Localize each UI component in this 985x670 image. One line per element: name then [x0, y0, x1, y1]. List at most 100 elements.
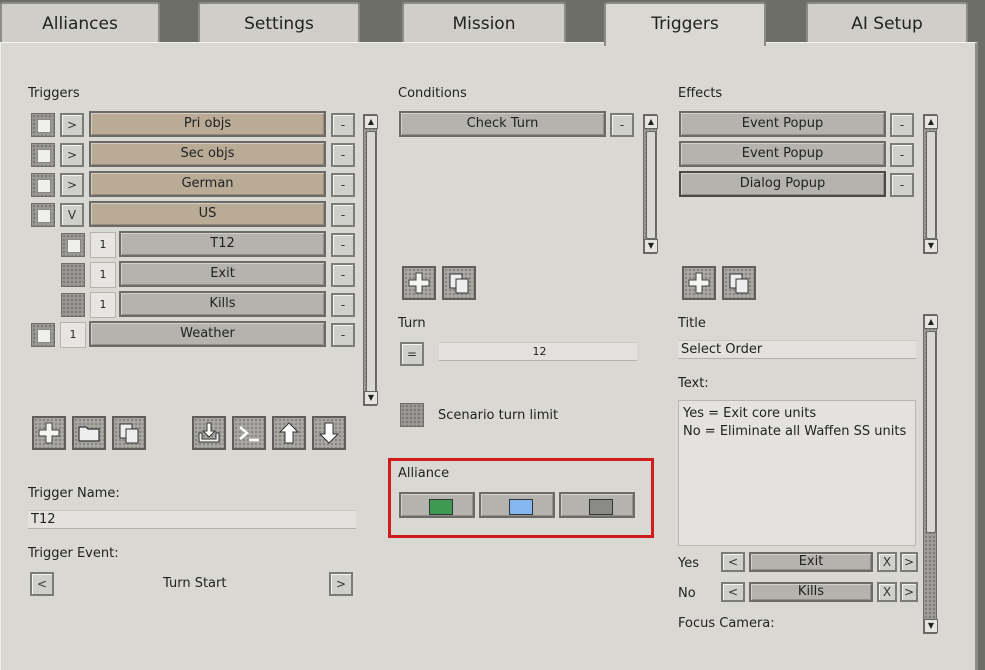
turn-operator-button[interactable]: = [400, 342, 424, 366]
trigger-event-label: Trigger Event: [28, 546, 119, 561]
conditions-scrollbar[interactable]: ▲ ▼ [643, 114, 658, 254]
tab-settings[interactable]: Settings [198, 2, 360, 44]
scroll-up-icon[interactable]: ▲ [924, 315, 938, 329]
plus-icon [688, 272, 710, 294]
yes-clear-button[interactable]: X [877, 552, 897, 572]
trigger-checkbox[interactable] [61, 263, 85, 287]
arrow-up-icon [278, 422, 300, 444]
add-effect-button[interactable] [682, 266, 716, 300]
trigger-item[interactable]: Pri objs [89, 111, 326, 137]
trigger-checkbox[interactable] [31, 173, 55, 197]
expand-button[interactable]: > [60, 113, 84, 137]
yes-prev-button[interactable]: < [721, 552, 745, 572]
scenario-turn-limit-checkbox[interactable] [400, 403, 424, 427]
yes-value: Exit [749, 552, 873, 572]
remove-effect-button[interactable]: - [890, 143, 914, 167]
trigger-child-item[interactable]: T12 [119, 231, 326, 257]
tab-alliances[interactable]: Alliances [0, 2, 160, 44]
title-label: Title [678, 316, 706, 331]
no-prev-button[interactable]: < [721, 582, 745, 602]
title-input[interactable]: Select Order [678, 340, 916, 359]
scroll-down-icon[interactable]: ▼ [644, 239, 658, 253]
folder-button[interactable] [72, 416, 106, 450]
trigger-checkbox[interactable] [31, 323, 55, 347]
trigger-checkbox[interactable] [61, 233, 85, 257]
remove-effect-button[interactable]: - [890, 173, 914, 197]
collapse-button[interactable]: V [60, 203, 84, 227]
trigger-child-item[interactable]: Kills [119, 291, 326, 317]
no-next-button[interactable]: > [900, 582, 918, 602]
effect-item[interactable]: Event Popup [679, 141, 886, 167]
expand-button[interactable]: > [60, 143, 84, 167]
scroll-down-icon[interactable]: ▼ [924, 239, 938, 253]
trigger-name-input[interactable]: T12 [28, 510, 356, 529]
remove-button[interactable]: - [331, 323, 355, 347]
scroll-up-icon[interactable]: ▲ [364, 115, 378, 129]
expand-button[interactable]: > [60, 173, 84, 197]
add-condition-button[interactable] [402, 266, 436, 300]
download-icon [198, 422, 220, 443]
yes-next-button[interactable]: > [900, 552, 918, 572]
text-input[interactable]: Yes = Exit core units No = Eliminate all… [678, 400, 916, 546]
remove-button[interactable]: - [331, 143, 355, 167]
effect-item-selected[interactable]: Dialog Popup [679, 171, 886, 197]
effects-heading: Effects [678, 86, 723, 101]
text-label: Text: [678, 376, 709, 391]
alliance-gray-button[interactable] [559, 492, 635, 518]
import-button[interactable] [192, 416, 226, 450]
event-prev-button[interactable]: < [30, 572, 54, 596]
tab-ai-setup[interactable]: AI Setup [806, 2, 968, 44]
copy-trigger-button[interactable] [112, 416, 146, 450]
conditions-heading: Conditions [398, 86, 467, 101]
condition-item[interactable]: Check Turn [399, 111, 606, 137]
trigger-checkbox[interactable] [61, 293, 85, 317]
scroll-thumb[interactable] [926, 131, 936, 239]
scroll-thumb[interactable] [366, 131, 376, 393]
trigger-child-item[interactable]: Exit [119, 261, 326, 287]
scroll-thumb[interactable] [646, 131, 656, 239]
move-down-button[interactable] [312, 416, 346, 450]
trigger-item[interactable]: US [89, 201, 326, 227]
turn-value-input[interactable]: 12 [439, 342, 637, 361]
no-value: Kills [749, 582, 873, 602]
remove-button[interactable]: - [331, 293, 355, 317]
remove-button[interactable]: - [331, 173, 355, 197]
copy-effect-button[interactable] [722, 266, 756, 300]
move-up-button[interactable] [272, 416, 306, 450]
arrow-down-icon [318, 422, 340, 444]
remove-condition-button[interactable]: - [610, 113, 634, 137]
scroll-down-icon[interactable]: ▼ [364, 391, 378, 405]
alliance-blue-button[interactable] [479, 492, 555, 518]
remove-button[interactable]: - [331, 113, 355, 137]
script-button[interactable] [232, 416, 266, 450]
trigger-item[interactable]: Weather [89, 321, 326, 347]
scroll-up-icon[interactable]: ▲ [924, 115, 938, 129]
trigger-checkbox[interactable] [31, 143, 55, 167]
trigger-count: 1 [90, 232, 116, 258]
trigger-item[interactable]: Sec objs [89, 141, 326, 167]
scroll-down-icon[interactable]: ▼ [924, 619, 938, 633]
remove-effect-button[interactable]: - [890, 113, 914, 137]
tab-mission[interactable]: Mission [402, 2, 566, 44]
trigger-event-value: Turn Start [163, 576, 227, 591]
triggers-scrollbar[interactable]: ▲ ▼ [363, 114, 378, 406]
effects-scrollbar[interactable]: ▲ ▼ [923, 114, 938, 254]
tab-triggers[interactable]: Triggers [604, 2, 766, 46]
alliance-green-button[interactable] [399, 492, 475, 518]
no-clear-button[interactable]: X [877, 582, 897, 602]
scroll-up-icon[interactable]: ▲ [644, 115, 658, 129]
add-trigger-button[interactable] [32, 416, 66, 450]
copy-condition-button[interactable] [442, 266, 476, 300]
effect-details-scrollbar[interactable]: ▲ ▼ [923, 314, 938, 634]
trigger-item[interactable]: German [89, 171, 326, 197]
remove-button[interactable]: - [331, 263, 355, 287]
remove-button[interactable]: - [331, 233, 355, 257]
event-next-button[interactable]: > [329, 572, 353, 596]
folder-icon [78, 426, 100, 442]
scroll-thumb[interactable] [926, 331, 936, 533]
scenario-turn-limit-label: Scenario turn limit [438, 408, 559, 423]
remove-button[interactable]: - [331, 203, 355, 227]
trigger-checkbox[interactable] [31, 203, 55, 227]
trigger-checkbox[interactable] [31, 113, 55, 137]
effect-item[interactable]: Event Popup [679, 111, 886, 137]
